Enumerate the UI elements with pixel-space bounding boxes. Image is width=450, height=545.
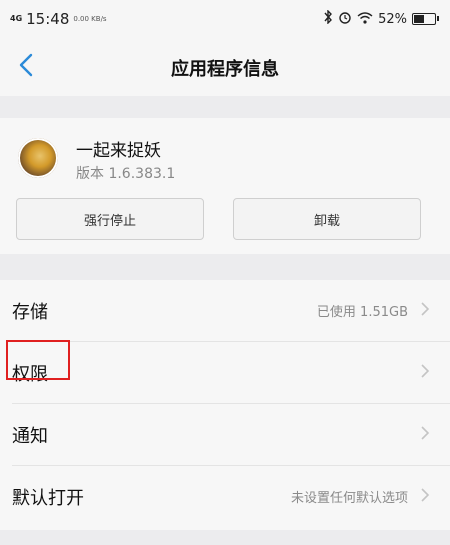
battery-icon [412,13,439,25]
page-title: 应用程序信息 [171,59,279,80]
status-left: 4G 15:48 0.00 KB/s [10,10,107,28]
chevron-right-icon [420,301,430,317]
chevron-right-icon [420,363,430,379]
clock: 15:48 [26,10,70,28]
storage-row[interactable]: 存储 已使用 1.51GB [0,280,450,342]
status-bar: 4G 15:48 0.00 KB/s 52% [0,0,450,38]
battery-level [414,15,424,23]
chevron-right-icon [420,425,430,441]
app-info-card: 一起来捉妖 版本 1.6.383.1 强行停止 卸载 [0,118,450,254]
net-speed: 0.00 KB/s [73,14,107,23]
signal-indicator: 4G [10,14,23,23]
battery-percent: 52% [378,11,407,27]
chevron-right-icon [420,487,430,503]
uninstall-button[interactable]: 卸载 [233,198,421,240]
section-gap [0,254,450,280]
row-label: 默认打开 [12,488,84,509]
app-name: 一起来捉妖 [76,141,161,161]
row-label: 存储 [12,302,48,323]
section-gap [0,96,450,118]
permissions-highlight-box [6,340,70,380]
app-version: 版本 1.6.383.1 [76,166,176,182]
notifications-row[interactable]: 通知 [0,404,450,466]
settings-list: 存储 已使用 1.51GB 权限 通知 默认打开 未设置任何默认选项 [0,280,450,530]
alarm-icon [338,10,352,28]
row-value: 未设置任何默认选项 [290,491,408,506]
section-gap [0,530,450,545]
force-stop-button[interactable]: 强行停止 [16,198,204,240]
default-open-row[interactable]: 默认打开 未设置任何默认选项 [0,466,450,528]
status-right: 52% [318,9,439,28]
wifi-icon [357,10,373,28]
nav-bar: 应用程序信息 [0,38,450,96]
row-label: 通知 [12,426,48,447]
row-value: 已使用 1.51GB [316,305,408,320]
bluetooth-icon [323,9,333,28]
app-icon [18,138,58,178]
